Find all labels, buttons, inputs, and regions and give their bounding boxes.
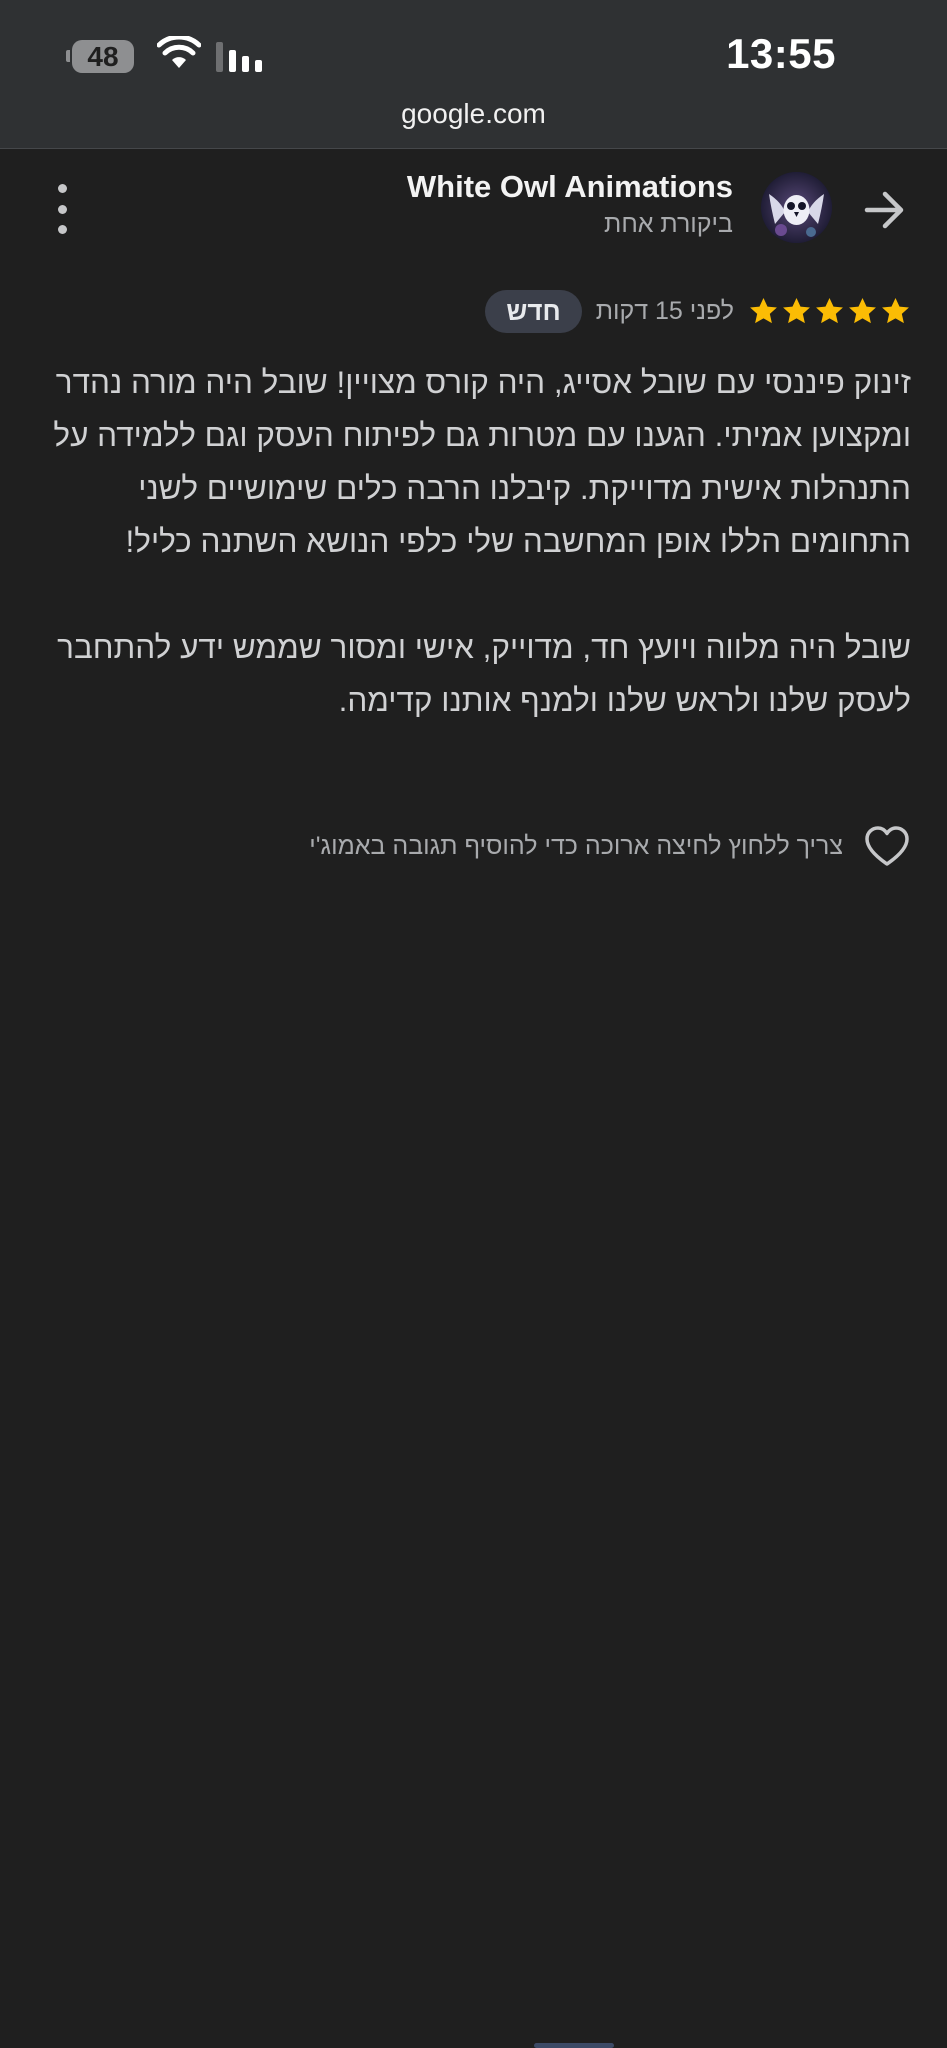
review-header: White Owl Animations ביקורת אחת <box>0 160 947 260</box>
star-icon <box>849 297 876 323</box>
status-bar: 48 13:55 <box>0 0 947 112</box>
home-indicator[interactable] <box>534 2043 614 2048</box>
menu-dot <box>57 225 67 234</box>
url-bar[interactable]: google.com <box>0 98 947 130</box>
battery-icon: 48 <box>66 39 142 74</box>
review-paragraph: זינוק פיננסי עם שובל אסייג, היה קורס מצו… <box>53 364 911 559</box>
star-rating <box>748 296 911 327</box>
star-icon <box>816 297 843 323</box>
owl-logo-image <box>761 172 832 243</box>
more-vert-icon[interactable] <box>47 184 77 234</box>
arrow-forward-icon[interactable] <box>861 186 909 234</box>
review-meta: לפני 15 דקות חדש <box>485 288 911 334</box>
review-time: לפני 15 דקות <box>595 296 734 325</box>
star-icon <box>783 297 810 323</box>
reaction-hint: צריך ללחוץ לחיצה ארוכה כדי להוסיף תגובה … <box>309 831 843 860</box>
wifi-icon <box>157 36 201 68</box>
browser-chrome: 48 13:55 google.com <box>0 0 947 149</box>
battery-level: 48 <box>72 40 134 73</box>
battery-nub <box>66 50 70 62</box>
signal-icon <box>216 42 262 72</box>
heart-outline-icon[interactable] <box>863 824 911 868</box>
review-count: ביקורת אחת <box>604 210 733 238</box>
reaction-row: צריך ללחוץ לחיצה ארוכה כדי להוסיף תגובה … <box>309 824 911 868</box>
review-paragraph: שובל היה מלווה ויועץ חד, מדוייק, אישי ומ… <box>57 629 911 718</box>
business-name[interactable]: White Owl Animations <box>407 169 733 205</box>
star-icon <box>882 297 909 323</box>
new-badge: חדש <box>485 289 582 333</box>
review-text: זינוק פיננסי עם שובל אסייג, היה קורס מצו… <box>35 356 911 727</box>
menu-dot <box>57 184 67 193</box>
clock: 13:55 <box>726 30 836 77</box>
star-icon <box>750 297 777 323</box>
avatar[interactable] <box>761 172 832 243</box>
menu-dot <box>57 204 67 214</box>
